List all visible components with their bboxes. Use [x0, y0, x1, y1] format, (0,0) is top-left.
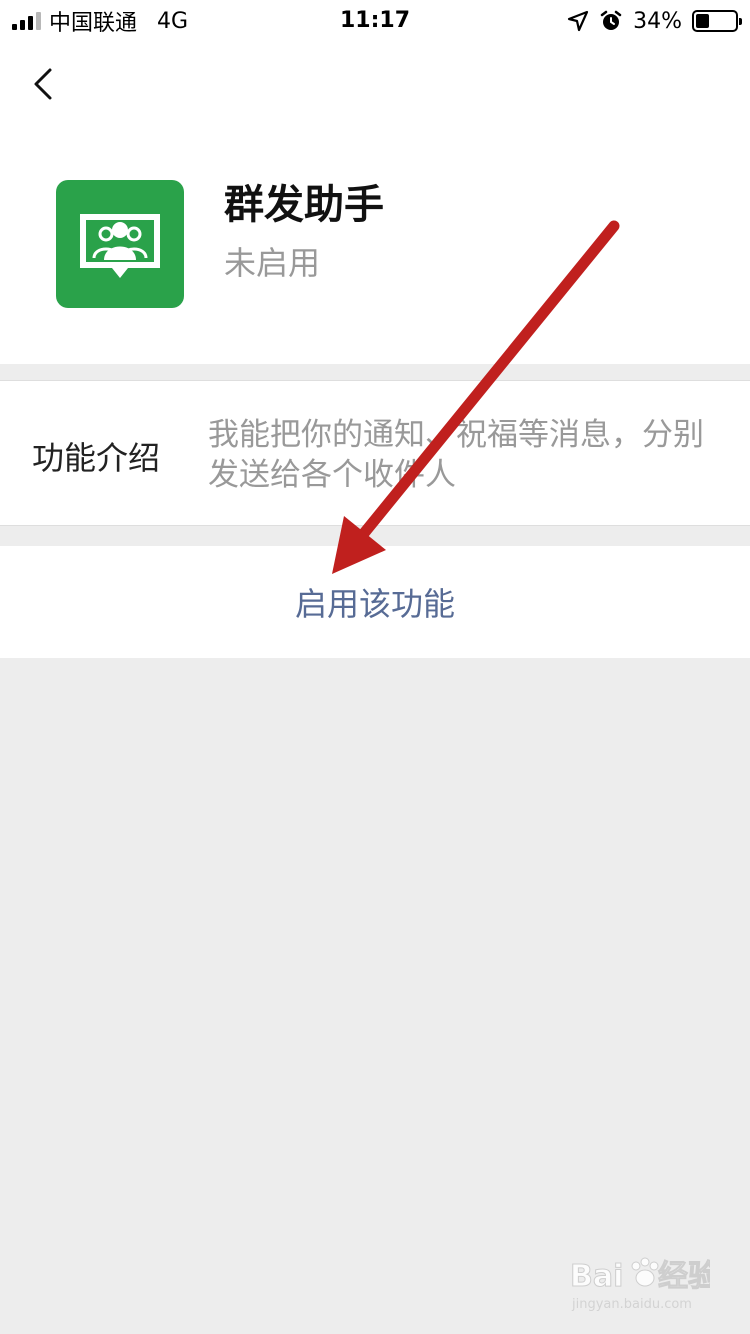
location-arrow-icon	[567, 10, 589, 32]
app-name: 群发助手	[224, 182, 384, 228]
screen: 中国联通 4G 11:17 34% 群发助手 未启用 功能介绍 我能把你的通知、…	[0, 0, 750, 1334]
svg-text:经验: 经验	[658, 1259, 710, 1294]
svg-text:jingyan.baidu.com: jingyan.baidu.com	[571, 1297, 692, 1312]
feature-intro-label: 功能介绍	[32, 439, 161, 477]
app-icon	[56, 180, 184, 308]
battery-percent: 34%	[633, 8, 682, 34]
feature-intro-description: 我能把你的通知、祝福等消息，分别发送给各个收件人	[208, 417, 704, 493]
alarm-clock-icon	[600, 10, 622, 30]
app-status: 未启用	[224, 244, 321, 282]
battery-level-fill	[696, 14, 709, 28]
status-right: 34%	[567, 6, 742, 36]
baidu-watermark-logo: Bai 经验 jingyan.baidu.com	[570, 1257, 710, 1312]
battery-icon	[692, 10, 742, 32]
chevron-left-icon	[34, 68, 52, 100]
status-bar: 中国联通 4G 11:17 34%	[0, 0, 750, 42]
back-button[interactable]	[22, 62, 66, 106]
feature-intro-row: 功能介绍 我能把你的通知、祝福等消息，分别发送给各个收件人	[0, 380, 750, 526]
group-message-icon	[80, 214, 160, 278]
enable-feature-button[interactable]: 启用该功能	[0, 546, 750, 658]
svg-text:Bai: Bai	[570, 1259, 623, 1294]
enable-feature-label: 启用该功能	[294, 585, 455, 623]
app-header-card: 群发助手 未启用	[0, 42, 750, 364]
